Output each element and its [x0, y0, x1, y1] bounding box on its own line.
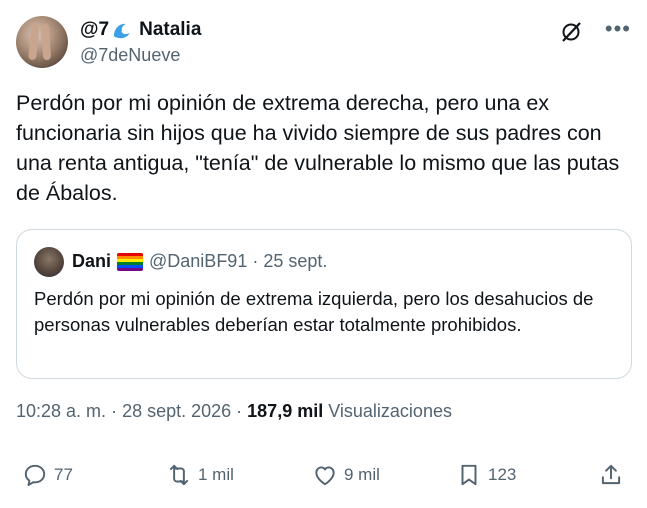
separator-dot: · [111, 401, 118, 421]
wave-emoji-icon [111, 19, 133, 41]
more-icon[interactable]: ••• [605, 18, 631, 40]
views-count: 187,9 mil [247, 401, 324, 421]
quoted-author-name: Dani [72, 251, 112, 271]
author-name-row[interactable]: @7 Natalia [80, 19, 201, 41]
tweet-text: Perdón por mi opinión de extrema derecha… [16, 91, 620, 205]
rainbow-flag-icon [117, 252, 144, 271]
separator-dot: · [236, 401, 243, 421]
tweet-time[interactable]: 10:28 a. m. [16, 401, 106, 422]
bookmark-icon [461, 464, 477, 486]
reply-count: 77 [54, 465, 73, 484]
action-bar: 77 1 mil 9 mil 123 [16, 462, 631, 498]
separator-dot: · [252, 251, 259, 271]
tweet-date[interactable]: 28 sept. 2026 [122, 401, 231, 422]
share-button[interactable] [598, 462, 624, 488]
author-display-name: Natalia [139, 19, 202, 40]
share-icon [601, 464, 621, 485]
author-avatar[interactable] [16, 16, 68, 68]
author-handle[interactable]: @7deNueve [80, 45, 180, 66]
grok-icon[interactable] [559, 20, 583, 44]
like-button[interactable]: 9 mil [312, 462, 380, 488]
quoted-tweet-text: Perdón por mi opinión de extrema izquier… [34, 288, 594, 335]
heart-icon [315, 466, 335, 486]
quoted-author-row: Dani @DaniBF91 · 25 sept. [72, 251, 327, 272]
like-count: 9 mil [344, 465, 380, 484]
views-label: Visualizaciones [328, 401, 452, 421]
bookmark-count: 123 [488, 465, 517, 484]
quoted-tweet-date: 25 sept. [263, 251, 328, 271]
repost-icon [169, 464, 189, 486]
tweet-header: @7 Natalia @7deNueve ••• [16, 14, 631, 70]
repost-button[interactable]: 1 mil [166, 462, 234, 488]
quoted-author-avatar [34, 247, 64, 277]
bookmark-button[interactable]: 123 [456, 462, 516, 488]
author-name-prefix: @7 [80, 19, 110, 40]
repost-count: 1 mil [198, 465, 234, 484]
reply-button[interactable]: 77 [22, 462, 73, 488]
quoted-tweet[interactable]: Dani @DaniBF91 · 25 sept. Perdón por mi … [16, 229, 632, 379]
quoted-author-handle: @DaniBF91 [149, 251, 248, 271]
tweet-meta: 10:28 a. m. · 28 sept. 2026 · 187,9 mil … [16, 401, 452, 422]
reply-icon [24, 464, 46, 486]
